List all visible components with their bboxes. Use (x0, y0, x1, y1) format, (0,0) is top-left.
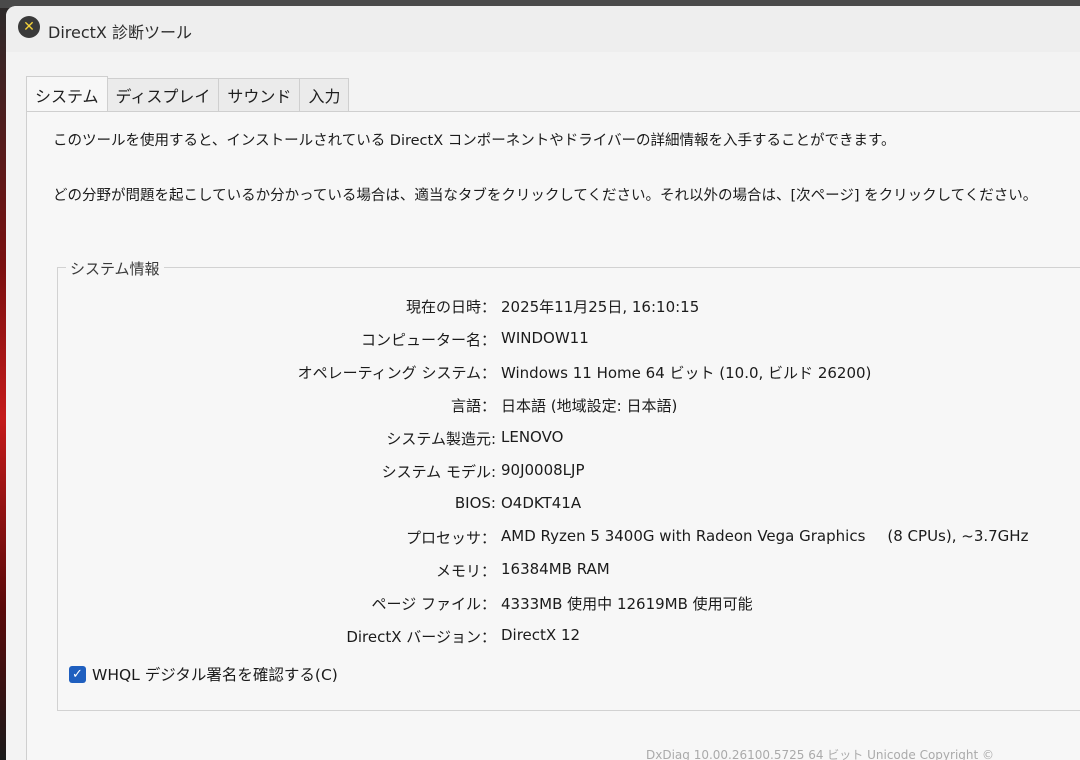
info-label: 言語： (450, 397, 496, 415)
description-line-2: どの分野が問題を起こしているか分かっている場合は、適当なタブをクリックしてくださ… (53, 188, 1038, 204)
info-row-computer-name: コンピューター名： WINDOW11 (58, 329, 1080, 355)
info-value: 2025年11月25日, 16:10:15 (501, 298, 700, 316)
info-row-page-file: ページ ファイル： 4333MB 使用中 12619MB 使用可能 (58, 593, 1080, 619)
directx-icon: ✕ (18, 16, 40, 38)
info-label: システム モデル: (381, 463, 496, 481)
bottom-status-partial: DxDiag 10.00.26100.5725 64 ビット Unicode C… (646, 746, 1080, 760)
info-value: 90J0008LJP (501, 461, 585, 479)
tab-input[interactable]: 入力 (300, 78, 350, 112)
processor-name: AMD Ryzen 5 3400G with Radeon Vega Graph… (501, 527, 866, 545)
info-value: 16384MB RAM (501, 560, 610, 578)
info-label: BIOS: (454, 494, 496, 512)
processor-details: (8 CPUs), ~3.7GHz (887, 527, 1029, 545)
dxdiag-window: ✕ DirectX 診断ツール システム ディスプレイ サウンド 入力 このツー… (6, 6, 1080, 760)
info-label: 現在の日時： (405, 298, 496, 316)
info-row-model: システム モデル: 90J0008LJP (58, 461, 1080, 487)
info-row-bios: BIOS: O4DKT41A (58, 494, 1080, 520)
info-value: WINDOW11 (501, 329, 589, 347)
info-value: 日本語 (地域設定: 日本語) (501, 397, 678, 415)
title-bar[interactable]: ✕ DirectX 診断ツール (6, 6, 1080, 52)
whql-checkbox-label[interactable]: WHQL デジタル署名を確認する(C) (92, 663, 338, 685)
info-label: プロセッサ： (405, 529, 496, 547)
whql-checkbox-row[interactable]: ✓ WHQL デジタル署名を確認する(C) (69, 663, 338, 685)
info-label: コンピューター名： (360, 331, 496, 349)
info-value: 4333MB 使用中 12619MB 使用可能 (501, 595, 753, 613)
info-row-processor: プロセッサ： AMD Ryzen 5 3400G with Radeon Veg… (58, 527, 1080, 553)
system-tab-panel: このツールを使用すると、インストールされている DirectX コンポーネントや… (26, 111, 1080, 760)
info-value: DirectX 12 (501, 626, 581, 644)
tab-sound[interactable]: サウンド (219, 78, 301, 112)
info-label: ページ ファイル： (371, 595, 496, 613)
info-value: LENOVO (501, 428, 564, 446)
info-value: O4DKT41A (501, 494, 582, 512)
bottom-status-text: DxDiag 10.00.26100.5725 64 ビット Unicode C… (646, 748, 995, 760)
info-value: Windows 11 Home 64 ビット (10.0, ビルド 26200) (501, 364, 872, 382)
tab-bar: システム ディスプレイ サウンド 入力 (26, 76, 350, 112)
system-info-group-label: システム情報 (66, 258, 164, 279)
system-info-group: システム情報 現在の日時： 2025年11月25日, 16:10:15 コンピュ… (57, 258, 1080, 711)
info-row-memory: メモリ： 16384MB RAM (58, 560, 1080, 586)
window-title: DirectX 診断ツール (48, 23, 192, 42)
info-row-datetime: 現在の日時： 2025年11月25日, 16:10:15 (58, 296, 1080, 322)
info-value: AMD Ryzen 5 3400G with Radeon Vega Graph… (501, 527, 1028, 545)
info-row-manufacturer: システム製造元: LENOVO (58, 428, 1080, 454)
info-label: メモリ： (435, 562, 496, 580)
info-label: DirectX バージョン： (346, 628, 496, 646)
info-label: オペレーティング システム： (297, 364, 496, 382)
info-row-directx-version: DirectX バージョン： DirectX 12 (58, 626, 1080, 652)
info-row-os: オペレーティング システム： Windows 11 Home 64 ビット (1… (58, 362, 1080, 388)
whql-checkbox[interactable]: ✓ (69, 665, 86, 683)
info-row-language: 言語： 日本語 (地域設定: 日本語) (58, 395, 1080, 421)
tab-display[interactable]: ディスプレイ (107, 78, 220, 112)
info-label: システム製造元: (386, 430, 496, 448)
tab-system[interactable]: システム (26, 76, 108, 112)
description-line-1: このツールを使用すると、インストールされている DirectX コンポーネントや… (53, 133, 896, 149)
